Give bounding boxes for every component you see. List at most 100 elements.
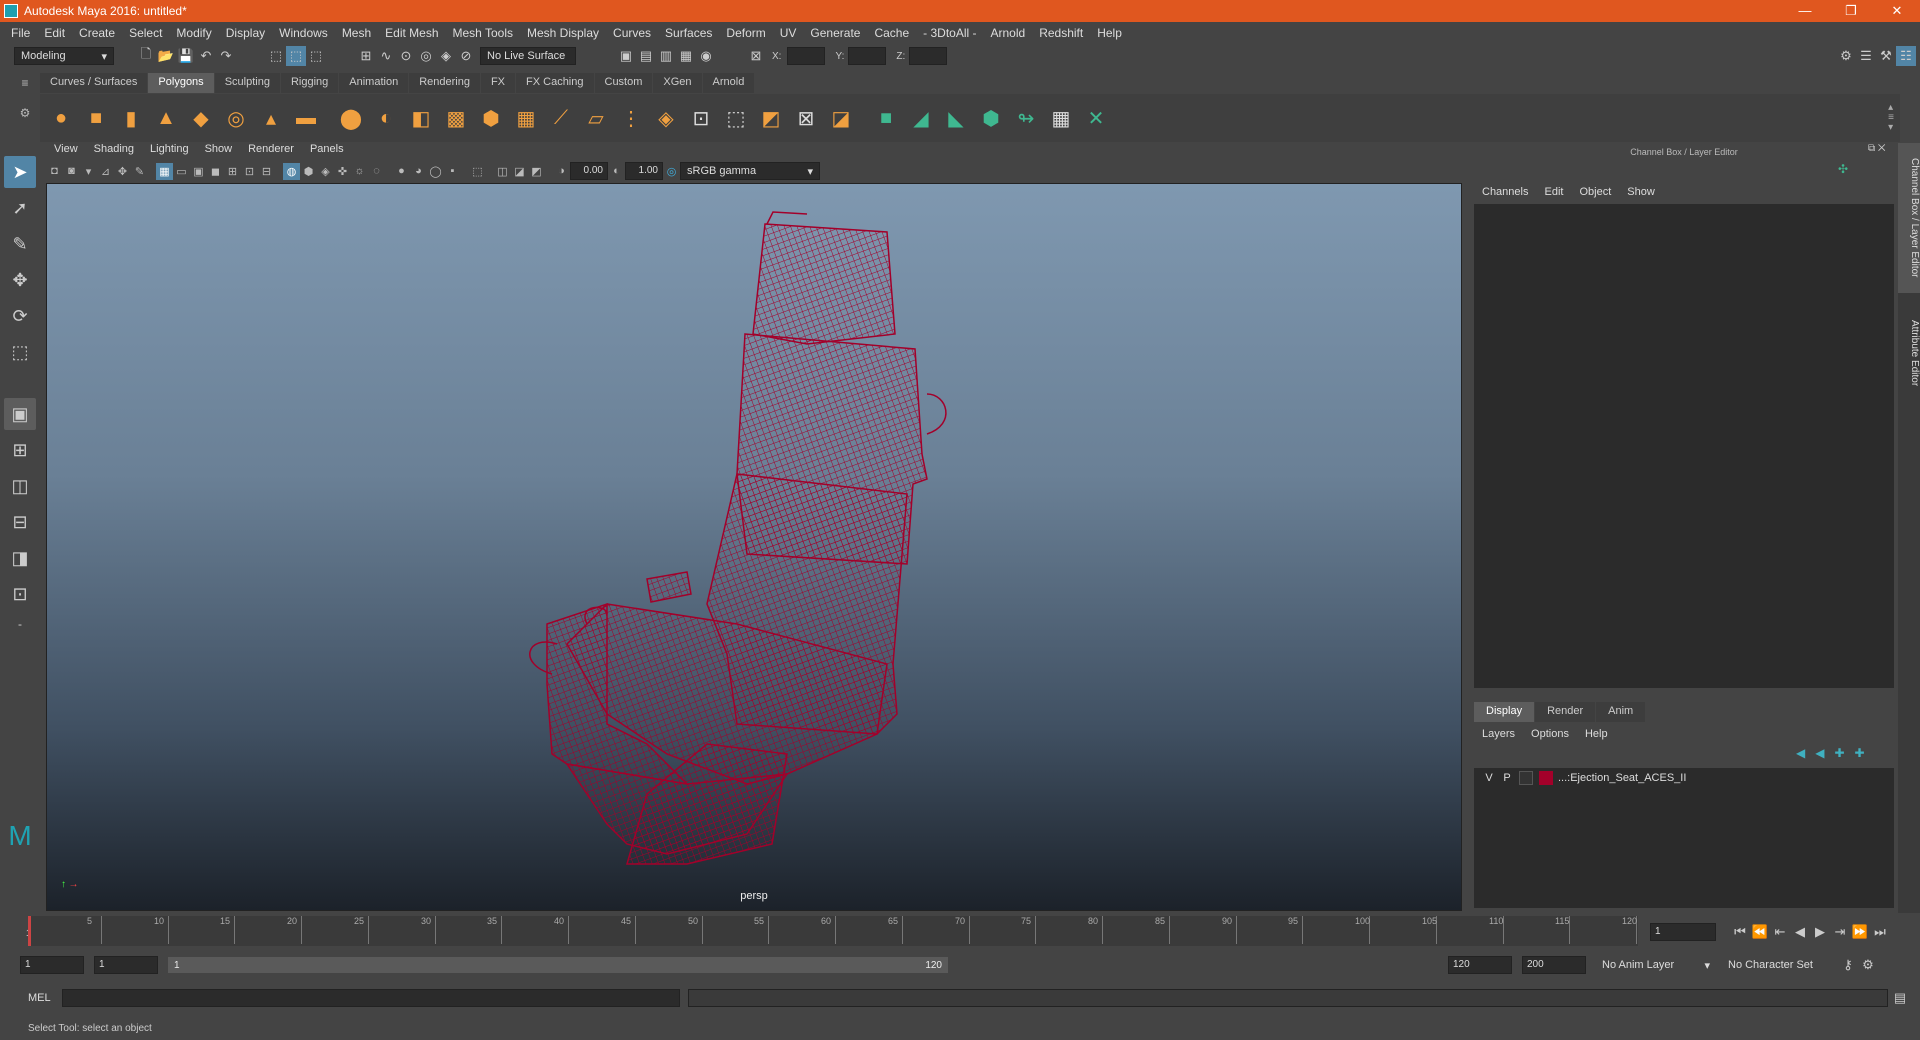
- snap-grid-icon[interactable]: ⊞: [356, 46, 376, 66]
- playback-start-input[interactable]: 1: [94, 956, 158, 974]
- transform-input-icon[interactable]: ⊠: [746, 46, 766, 66]
- persp-graph-layout-icon[interactable]: ⊟: [4, 506, 36, 538]
- append-icon[interactable]: ▱: [581, 103, 611, 133]
- mel-command-input[interactable]: [62, 989, 680, 1007]
- use-all-lights-icon[interactable]: ☼: [351, 163, 368, 180]
- side-tab-channel-box[interactable]: Channel Box / Layer Editor: [1898, 143, 1920, 293]
- scale-tool-icon[interactable]: ⬚: [4, 336, 36, 368]
- bookmark-icon[interactable]: ▾: [80, 163, 97, 180]
- viewport-menu-shading[interactable]: Shading: [86, 143, 142, 159]
- depth-of-field-icon[interactable]: ▪: [444, 163, 461, 180]
- menu-mesh-display[interactable]: Mesh Display: [520, 26, 606, 40]
- layer-tab-render[interactable]: Render: [1535, 702, 1596, 722]
- separate-icon[interactable]: ◐: [371, 103, 401, 133]
- menu-create[interactable]: Create: [72, 26, 122, 40]
- menu-select[interactable]: Select: [122, 26, 169, 40]
- uv-automatic-icon[interactable]: ⬢: [976, 103, 1006, 133]
- render-settings-icon[interactable]: ▦: [676, 46, 696, 66]
- menu-uv[interactable]: UV: [773, 26, 804, 40]
- side-tab-attribute-editor[interactable]: Attribute Editor: [1898, 303, 1920, 403]
- layer-display-type[interactable]: [1519, 771, 1533, 785]
- poly-pipe-icon[interactable]: ▬: [291, 103, 321, 133]
- layer-color-swatch[interactable]: [1539, 771, 1553, 785]
- multi-cut-icon[interactable]: ⋮: [616, 103, 646, 133]
- side-by-side-layout-icon[interactable]: ◫: [4, 470, 36, 502]
- shelf-tab-polygons[interactable]: Polygons: [148, 73, 214, 93]
- menu-mesh[interactable]: Mesh: [335, 26, 378, 40]
- safe-title-icon[interactable]: ⊟: [258, 163, 275, 180]
- step-back-key-icon[interactable]: ⏪: [1750, 922, 1770, 942]
- film-gate-icon[interactable]: ▭: [173, 163, 190, 180]
- menuset-dropdown[interactable]: Modeling ▾: [14, 47, 114, 65]
- viewport-menu-view[interactable]: View: [46, 143, 86, 159]
- live-surface-field[interactable]: No Live Surface: [480, 47, 576, 65]
- uv-editor-icon[interactable]: ▦: [1046, 103, 1076, 133]
- boolean-icon[interactable]: ▩: [441, 103, 471, 133]
- motion-blur-icon[interactable]: ◕: [410, 163, 427, 180]
- poly-cylinder-icon[interactable]: ▮: [116, 103, 146, 133]
- 2d-pan-zoom-icon[interactable]: ✥: [114, 163, 131, 180]
- new-layer-icon[interactable]: ✚: [1834, 746, 1844, 760]
- menu-edit-mesh[interactable]: Edit Mesh: [378, 26, 445, 40]
- layer-playback-toggle[interactable]: P: [1498, 772, 1516, 784]
- poly-pyramid-icon[interactable]: ▴: [256, 103, 286, 133]
- xray-components-icon[interactable]: ◩: [528, 163, 545, 180]
- shelf-tab-fx-caching[interactable]: FX Caching: [516, 73, 594, 93]
- save-scene-icon[interactable]: 💾: [176, 46, 196, 66]
- layer-menu-help[interactable]: Help: [1577, 728, 1616, 740]
- smooth-icon[interactable]: ◧: [406, 103, 436, 133]
- persp-outliner-layout-icon[interactable]: ◨: [4, 542, 36, 574]
- merge-icon[interactable]: ◪: [826, 103, 856, 133]
- bevel-icon[interactable]: ⟋: [546, 103, 576, 133]
- shelf-tab-custom[interactable]: Custom: [594, 73, 653, 93]
- camera-select-icon[interactable]: ◘: [46, 163, 63, 180]
- current-time-marker[interactable]: [28, 916, 31, 946]
- render-view-icon[interactable]: ▣: [616, 46, 636, 66]
- uv-unfold-icon[interactable]: ↬: [1011, 103, 1041, 133]
- channelbox-menu-show[interactable]: Show: [1619, 186, 1663, 198]
- wireframe-icon[interactable]: ◍: [283, 162, 300, 180]
- poly-plane-icon[interactable]: ◆: [186, 103, 216, 133]
- shelf-tab-sculpting[interactable]: Sculpting: [214, 73, 280, 93]
- channelbox-menu-edit[interactable]: Edit: [1536, 186, 1571, 198]
- x-input[interactable]: [787, 47, 826, 65]
- anim-layer-dropdown[interactable]: No Anim Layer ▾: [1596, 956, 1716, 974]
- shelf-tab-rigging[interactable]: Rigging: [280, 73, 339, 93]
- combine-icon[interactable]: ⬤: [336, 103, 366, 133]
- viewport-menu-renderer[interactable]: Renderer: [240, 143, 302, 159]
- menu-modify[interactable]: Modify: [169, 26, 218, 40]
- menu-help[interactable]: Help: [1090, 26, 1129, 40]
- poly-cube-icon[interactable]: ■: [81, 103, 111, 133]
- snap-surface-icon[interactable]: ◈: [436, 46, 456, 66]
- open-scene-icon[interactable]: 📂: [156, 46, 176, 66]
- layer-visibility-toggle[interactable]: V: [1480, 772, 1498, 784]
- script-editor-icon[interactable]: ▤: [1890, 988, 1910, 1008]
- render-frame-icon[interactable]: ▤: [636, 46, 656, 66]
- quad-draw-icon[interactable]: ⊠: [791, 103, 821, 133]
- viewport-menu-panels[interactable]: Panels: [302, 143, 352, 159]
- xray-joints-icon[interactable]: ◪: [511, 163, 528, 180]
- select-tool-icon[interactable]: ➤: [4, 156, 36, 188]
- poly-sphere-icon[interactable]: ●: [46, 103, 76, 133]
- step-forward-key-icon[interactable]: ⏩: [1850, 922, 1870, 942]
- auto-key-icon[interactable]: ⚷: [1838, 955, 1858, 975]
- viewport-menu-lighting[interactable]: Lighting: [142, 143, 197, 159]
- bridge-icon[interactable]: ▦: [511, 103, 541, 133]
- poly-torus-icon[interactable]: ◎: [221, 103, 251, 133]
- gamma-input[interactable]: 1.00: [625, 162, 663, 180]
- menu-display[interactable]: Display: [219, 26, 272, 40]
- layer-menu-layers[interactable]: Layers: [1474, 728, 1523, 740]
- viewport-menu-show[interactable]: Show: [197, 143, 241, 159]
- modeling-toolkit-icon[interactable]: ⚙: [1836, 46, 1856, 66]
- exposure-icon[interactable]: ◑: [553, 163, 570, 180]
- shelf-tab-arnold[interactable]: Arnold: [702, 73, 755, 93]
- exposure-input[interactable]: 0.00: [570, 162, 608, 180]
- shelf-tab-curves-surfaces[interactable]: Curves / Surfaces: [40, 73, 148, 93]
- uv-planar-icon[interactable]: ■: [871, 103, 901, 133]
- select-hierarchy-icon[interactable]: ⬚: [266, 46, 286, 66]
- playback-end-input[interactable]: 120: [1448, 956, 1512, 974]
- character-set-dropdown[interactable]: No Character Set: [1722, 956, 1832, 974]
- lasso-tool-icon[interactable]: ➚: [4, 192, 36, 224]
- animation-end-input[interactable]: 200: [1522, 956, 1586, 974]
- menu-file[interactable]: File: [4, 26, 37, 40]
